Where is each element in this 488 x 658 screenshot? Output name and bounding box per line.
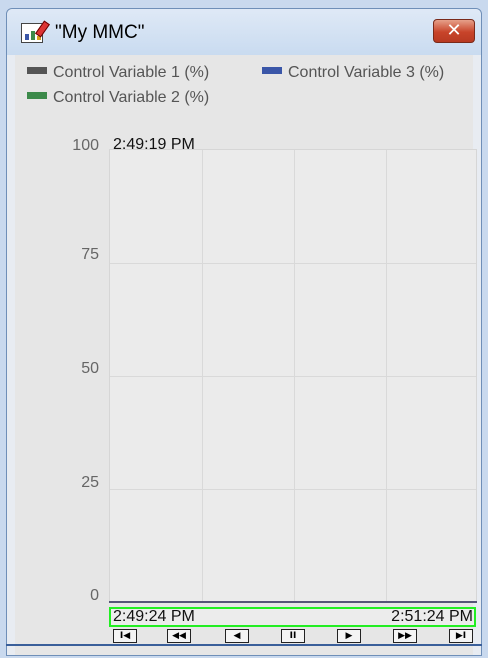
title-bar[interactable]: "My MMC" ✕ <box>7 9 481 55</box>
y-tick-label: 25 <box>81 474 99 491</box>
fast-forward-icon: ▶▶ <box>398 631 412 641</box>
step-forward-icon: ▶ <box>345 631 353 641</box>
jump-to-end-icon: ▶I <box>455 631 467 641</box>
legend-item-control-variable-1[interactable]: Control Variable 1 (%) <box>27 64 209 82</box>
pause-button[interactable]: II <box>281 629 305 643</box>
time-range-start: 2:49:24 PM <box>113 608 195 625</box>
close-button[interactable]: ✕ <box>433 19 475 43</box>
legend-swatch <box>262 67 282 75</box>
step-back-icon: ◀ <box>233 631 241 641</box>
fast-rewind-button[interactable]: ◀◀ <box>167 629 191 643</box>
legend-label: Control Variable 3 (%) <box>288 64 445 81</box>
trend-series-line <box>109 601 477 603</box>
legend-item-control-variable-3[interactable]: Control Variable 3 (%) <box>262 64 444 82</box>
window-title: "My MMC" <box>55 22 145 43</box>
mmc-window: "My MMC" ✕ Control Variable 1 (%) Contro… <box>6 8 482 656</box>
jump-to-start-icon: I◀ <box>119 631 131 641</box>
y-tick-label: 100 <box>72 137 99 154</box>
pause-icon: II <box>289 631 297 641</box>
y-tick-label: 50 <box>81 360 99 377</box>
plot-area[interactable] <box>109 149 477 602</box>
close-icon: ✕ <box>446 20 462 41</box>
legend-item-control-variable-2[interactable]: Control Variable 2 (%) <box>27 89 209 107</box>
grid-line <box>110 376 476 377</box>
grid-line <box>110 489 476 490</box>
step-forward-button[interactable]: ▶ <box>337 629 361 643</box>
window-bottom-border <box>6 644 482 646</box>
step-back-button[interactable]: ◀ <box>225 629 249 643</box>
legend-label: Control Variable 1 (%) <box>53 64 210 81</box>
fast-rewind-icon: ◀◀ <box>172 631 186 641</box>
plot-start-time: 2:49:19 PM <box>113 136 195 153</box>
y-tick-label: 75 <box>81 246 99 263</box>
y-tick-label: 0 <box>90 587 99 604</box>
trend-chart-app-icon <box>21 20 50 43</box>
time-range-bar[interactable]: 2:49:24 PM 2:51:24 PM <box>109 607 476 627</box>
legend-swatch <box>27 67 47 75</box>
legend-swatch <box>27 92 47 100</box>
grid-line <box>110 263 476 264</box>
fast-forward-button[interactable]: ▶▶ <box>393 629 417 643</box>
jump-to-end-button[interactable]: ▶I <box>449 629 473 643</box>
jump-to-start-button[interactable]: I◀ <box>113 629 137 643</box>
chart-legend: Control Variable 1 (%) Control Variable … <box>15 55 473 115</box>
legend-label: Control Variable 2 (%) <box>53 89 210 106</box>
time-range-end: 2:51:24 PM <box>391 608 473 625</box>
